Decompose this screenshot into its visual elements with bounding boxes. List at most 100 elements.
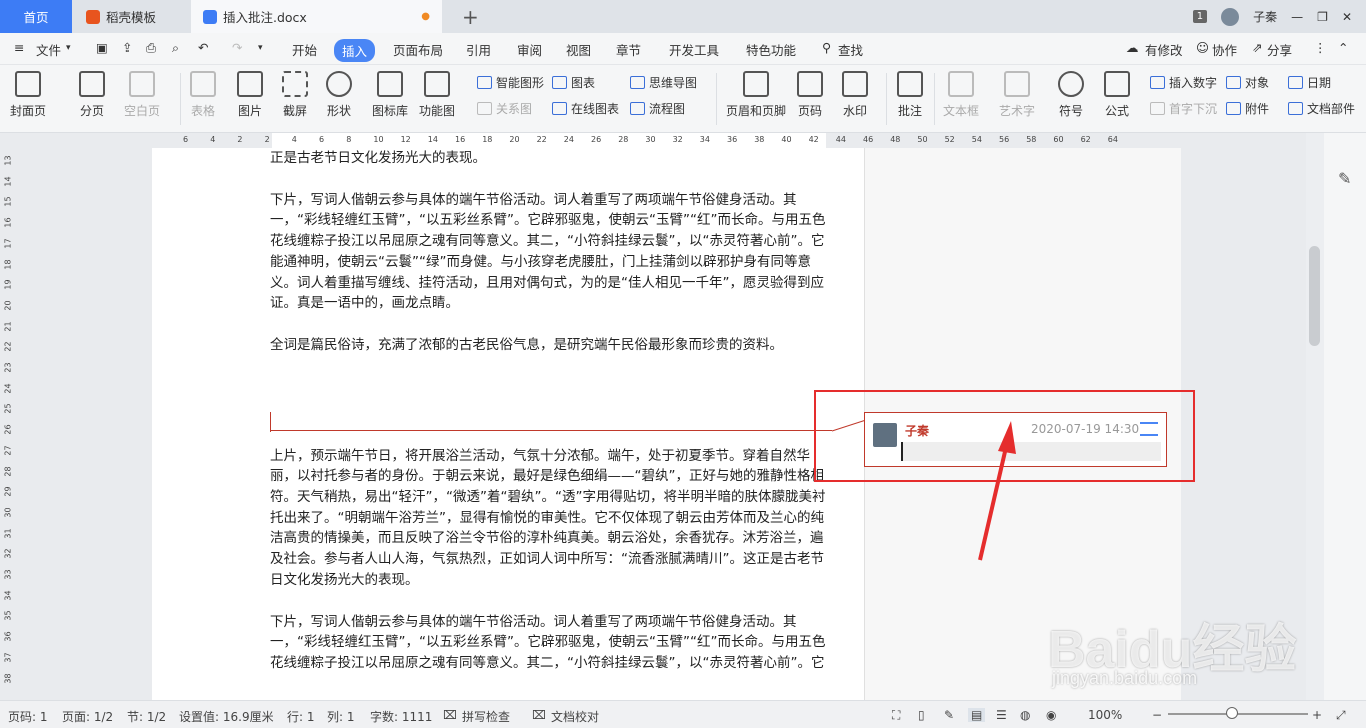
picture-button[interactable]: 图片 bbox=[237, 71, 263, 119]
symbol-button[interactable]: 符号 bbox=[1058, 71, 1084, 119]
spellcheck-button[interactable]: 拼写检查 bbox=[462, 708, 510, 725]
comment-anchor-caret bbox=[270, 412, 271, 432]
formula-label: 公式 bbox=[1104, 104, 1129, 118]
tab-template[interactable]: 稻壳模板 bbox=[74, 0, 190, 33]
blank-page-button[interactable]: 空白页 bbox=[124, 71, 160, 119]
close-icon[interactable]: ✕ bbox=[1342, 10, 1352, 24]
mindmap-button[interactable]: 思维导图 bbox=[630, 74, 697, 91]
quick-access-chevron-icon[interactable]: ▾ bbox=[258, 43, 263, 53]
document-body[interactable]: 正是古老节日文化发扬光大的表现。 下片，写词人偕朝云参与具体的端午节俗活动。词人… bbox=[270, 148, 828, 674]
flowchart-button[interactable]: 流程图 bbox=[630, 100, 685, 117]
cover-page-icon bbox=[15, 71, 41, 97]
hamburger-icon[interactable]: ≡ bbox=[14, 40, 24, 55]
save-icon[interactable]: ▣ bbox=[96, 40, 108, 55]
wordart-button[interactable]: 艺术字 bbox=[999, 71, 1035, 119]
modified-button[interactable]: 有修改 bbox=[1145, 40, 1183, 59]
menu-search[interactable]: 查找 bbox=[838, 40, 863, 59]
menu-file[interactable]: 文件 bbox=[36, 40, 61, 59]
menu-view[interactable]: 视图 bbox=[566, 40, 591, 59]
page-break-button[interactable]: 分页 bbox=[79, 71, 105, 119]
textbox-button[interactable]: 文本框 bbox=[943, 71, 979, 119]
ruler-tick-label: 30 bbox=[3, 507, 13, 518]
online-chart-button[interactable]: 在线图表 bbox=[552, 100, 619, 117]
function-chart-button[interactable]: 功能图 bbox=[419, 71, 455, 119]
collab-button[interactable]: 协作 bbox=[1212, 40, 1237, 59]
table-button[interactable]: 表格 bbox=[190, 71, 216, 119]
print-icon[interactable]: ⎙ bbox=[146, 40, 156, 56]
chart-button[interactable]: 图表 bbox=[552, 74, 595, 91]
write-mode-icon[interactable]: ✎ bbox=[944, 708, 954, 722]
doc-parts-button[interactable]: 文档部件 bbox=[1288, 100, 1355, 117]
ruler-tick-label: 18 bbox=[3, 258, 13, 270]
menu-chapter[interactable]: 章节 bbox=[616, 40, 641, 59]
export-icon[interactable]: ⇪ bbox=[122, 40, 132, 55]
user-name[interactable]: 子秦 bbox=[1253, 8, 1277, 25]
zoom-slider-knob[interactable] bbox=[1226, 707, 1238, 719]
pen-icon[interactable]: ✎ bbox=[1338, 169, 1351, 188]
read-mode-icon[interactable]: ▯ bbox=[918, 708, 925, 722]
relation-chart-button[interactable]: 关系图 bbox=[477, 100, 532, 117]
menu-special[interactable]: 特色功能 bbox=[746, 40, 796, 59]
undo-icon[interactable]: ↶ bbox=[198, 40, 208, 55]
icon-library-button[interactable]: 图标库 bbox=[372, 71, 408, 119]
share-button[interactable]: 分享 bbox=[1267, 40, 1292, 59]
object-label: 对象 bbox=[1245, 76, 1270, 90]
formula-button[interactable]: 公式 bbox=[1104, 71, 1130, 119]
status-wordcount[interactable]: 字数: 1111 bbox=[370, 708, 432, 725]
web-view-icon[interactable]: ◍ bbox=[1020, 708, 1030, 722]
insert-number-button[interactable]: 插入数字 bbox=[1150, 74, 1217, 91]
zoom-slider[interactable] bbox=[1168, 713, 1308, 715]
menu-devtools[interactable]: 开发工具 bbox=[669, 40, 719, 59]
chevron-down-icon[interactable]: ▾ bbox=[66, 43, 71, 53]
horizontal-ruler[interactable]: 6 4 2 2 4 6 8 10 12 14 16 18 20 22 24 26 28 30 32 34 36 38 40 4… bbox=[0, 133, 1306, 148]
red-arrow-annotation bbox=[978, 421, 1016, 561]
screenshot-button[interactable]: 截屏 bbox=[282, 71, 308, 119]
attachment-button[interactable]: 附件 bbox=[1226, 100, 1269, 117]
minimize-icon[interactable]: — bbox=[1291, 10, 1303, 24]
menu-references[interactable]: 引用 bbox=[466, 40, 491, 59]
vertical-ruler[interactable]: 13 14 15 16 17 18 19 20 21 22 23 24 25 26 27 28 29 30 31 32… bbox=[0, 148, 15, 700]
search-icon[interactable]: ⚲ bbox=[822, 40, 831, 55]
ruler-tick-label: 15 bbox=[3, 196, 13, 207]
menu-insert[interactable]: 插入 bbox=[334, 39, 376, 62]
zoom-level[interactable]: 100% bbox=[1088, 708, 1122, 722]
print-preview-icon[interactable]: ⌕ bbox=[172, 40, 179, 56]
ruler-tick-label: 64 bbox=[1107, 135, 1118, 144]
drop-cap-button[interactable]: 首字下沉 bbox=[1150, 100, 1217, 117]
ruler-tick-label: 56 bbox=[999, 135, 1010, 144]
shape-button[interactable]: 形状 bbox=[326, 71, 352, 119]
ruler-tick-label: 26 bbox=[591, 135, 602, 144]
outline-view-icon[interactable]: ☰ bbox=[996, 708, 1007, 722]
tab-document[interactable]: 插入批注.docx ● bbox=[191, 0, 442, 33]
eye-protect-icon[interactable]: ◉ bbox=[1046, 708, 1056, 722]
object-button[interactable]: 对象 bbox=[1226, 74, 1269, 91]
restore-icon[interactable]: ❐ bbox=[1317, 10, 1328, 24]
zoom-out-icon[interactable]: − bbox=[1152, 708, 1162, 722]
page-view-icon[interactable]: ▤ bbox=[968, 708, 986, 722]
pi-icon bbox=[1104, 71, 1130, 97]
menu-review[interactable]: 审阅 bbox=[517, 40, 542, 59]
new-tab-button[interactable]: + bbox=[450, 0, 491, 33]
redo-icon[interactable]: ↷ bbox=[232, 40, 242, 55]
window-count-badge[interactable]: 1 bbox=[1192, 10, 1208, 23]
more-icon[interactable]: ⋮ bbox=[1314, 40, 1327, 55]
tab-home[interactable]: 首页 bbox=[0, 0, 72, 33]
date-button[interactable]: 日期 bbox=[1288, 74, 1331, 91]
fullscreen-icon[interactable]: ⛶ bbox=[892, 708, 900, 723]
menu-layout[interactable]: 页面布局 bbox=[393, 40, 443, 59]
header-footer-button[interactable]: 页眉和页脚 bbox=[726, 71, 786, 119]
watermark-button[interactable]: 水印 bbox=[842, 71, 868, 119]
zoom-in-icon[interactable]: + bbox=[1312, 708, 1322, 722]
vertical-scrollbar[interactable] bbox=[1306, 133, 1324, 700]
smartart-button[interactable]: 智能图形 bbox=[477, 74, 544, 91]
user-avatar[interactable] bbox=[1221, 7, 1240, 26]
page-number-button[interactable]: 页码 bbox=[797, 71, 823, 119]
proofread-button[interactable]: 文档校对 bbox=[551, 708, 599, 725]
collapse-ribbon-icon[interactable]: ⌃ bbox=[1338, 40, 1348, 55]
scrollbar-thumb[interactable] bbox=[1309, 246, 1320, 346]
ruler-tick-label: 27 bbox=[3, 445, 13, 456]
cover-page-button[interactable]: 封面页 bbox=[10, 71, 46, 119]
menu-start[interactable]: 开始 bbox=[292, 40, 317, 59]
comment-button[interactable]: 批注 bbox=[897, 71, 923, 119]
fit-page-icon[interactable]: ⤢ bbox=[1336, 708, 1346, 723]
